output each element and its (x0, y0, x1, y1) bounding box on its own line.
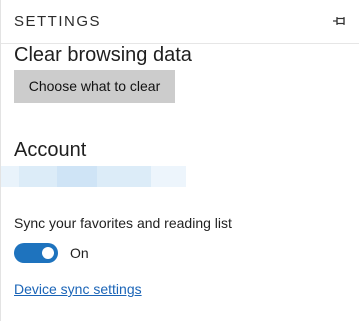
settings-panel: SETTINGS Clear browsing data Choose what… (0, 0, 359, 321)
redacted-segment (151, 166, 186, 187)
settings-header: SETTINGS (1, 0, 359, 44)
device-sync-settings-link[interactable]: Device sync settings (14, 281, 142, 297)
sync-toggle[interactable] (14, 243, 58, 263)
choose-what-to-clear-button[interactable]: Choose what to clear (14, 70, 175, 103)
redacted-segment (57, 166, 97, 187)
toggle-knob (42, 247, 54, 259)
redacted-segment (97, 166, 151, 187)
pin-icon[interactable] (332, 13, 348, 29)
account-info-redacted (1, 166, 186, 187)
toggle-state-label: On (70, 245, 89, 261)
sync-favorites-label: Sync your favorites and reading list (14, 215, 232, 231)
panel-title: SETTINGS (14, 13, 102, 30)
clear-browsing-data-heading: Clear browsing data (14, 44, 192, 66)
redacted-segment (1, 166, 19, 187)
redacted-segment (19, 166, 57, 187)
account-heading: Account (14, 139, 87, 161)
